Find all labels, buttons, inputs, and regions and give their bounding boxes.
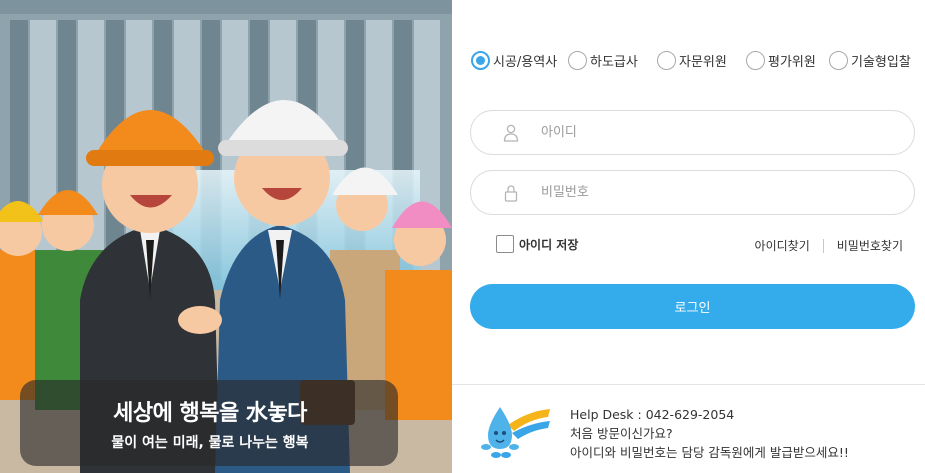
password-field bbox=[470, 170, 915, 215]
radio-label: 하도급사 bbox=[590, 54, 638, 70]
hero-title: 세상에 행복을 水놓다 bbox=[113, 401, 307, 426]
radio-label: 시공/용역사 bbox=[493, 54, 558, 70]
radio-evaluator[interactable]: 평가위원 bbox=[746, 50, 816, 70]
radio-circle[interactable] bbox=[657, 50, 676, 70]
radio-contractor[interactable]: 시공/용역사 bbox=[471, 50, 557, 70]
radio-subcontractor[interactable]: 하도급사 bbox=[568, 50, 638, 70]
radio-circle[interactable] bbox=[829, 50, 848, 70]
id-field bbox=[470, 110, 915, 155]
find-id-link[interactable]: 아이디찾기 bbox=[755, 237, 810, 254]
hero-subtitle: 물이 여는 미래, 물로 나누는 행복 bbox=[111, 435, 309, 451]
lock-icon bbox=[504, 185, 518, 202]
password-input[interactable] bbox=[541, 171, 901, 214]
section-divider bbox=[452, 384, 925, 385]
help-desk-phone: Help Desk : 042-629-2054 bbox=[570, 407, 735, 422]
help-account-notice: 아이디와 비밀번호는 담당 감독원에게 발급받으세요!! bbox=[570, 445, 849, 460]
radio-label: 기술형입찰 bbox=[851, 54, 911, 70]
find-password-link[interactable]: 비밀번호찾기 bbox=[837, 237, 903, 254]
radio-circle[interactable] bbox=[568, 50, 587, 70]
radio-advisor[interactable]: 자문위원 bbox=[657, 50, 727, 70]
radio-circle[interactable] bbox=[746, 50, 765, 70]
user-type-radio-group: 시공/용역사 하도급사 자문위원 평가위원 기술형입찰 bbox=[471, 50, 921, 70]
radio-technical-bid[interactable]: 기술형입찰 bbox=[829, 50, 911, 70]
save-id-checkbox[interactable] bbox=[496, 235, 514, 253]
radio-circle[interactable] bbox=[471, 50, 490, 70]
save-id-option[interactable]: 아이디 저장 bbox=[496, 235, 578, 253]
login-button[interactable]: 로그인 bbox=[470, 284, 915, 329]
help-desk-info: Help Desk : 042-629-2054 처음 방문이신가요? 아이디와… bbox=[570, 405, 849, 462]
account-links: 아이디찾기 비밀번호찾기 bbox=[755, 237, 903, 254]
save-id-label: 아이디 저장 bbox=[519, 237, 579, 252]
water-mascot-icon bbox=[481, 407, 550, 458]
help-first-visit: 처음 방문이신가요? bbox=[570, 426, 673, 441]
hero-illustration: 세상에 행복을 水놓다 물이 여는 미래, 물로 나누는 행복 bbox=[0, 0, 452, 473]
user-icon bbox=[503, 124, 519, 142]
id-input[interactable] bbox=[541, 111, 901, 154]
radio-label: 자문위원 bbox=[679, 54, 727, 70]
link-divider bbox=[822, 238, 824, 253]
radio-label: 평가위원 bbox=[768, 54, 816, 70]
